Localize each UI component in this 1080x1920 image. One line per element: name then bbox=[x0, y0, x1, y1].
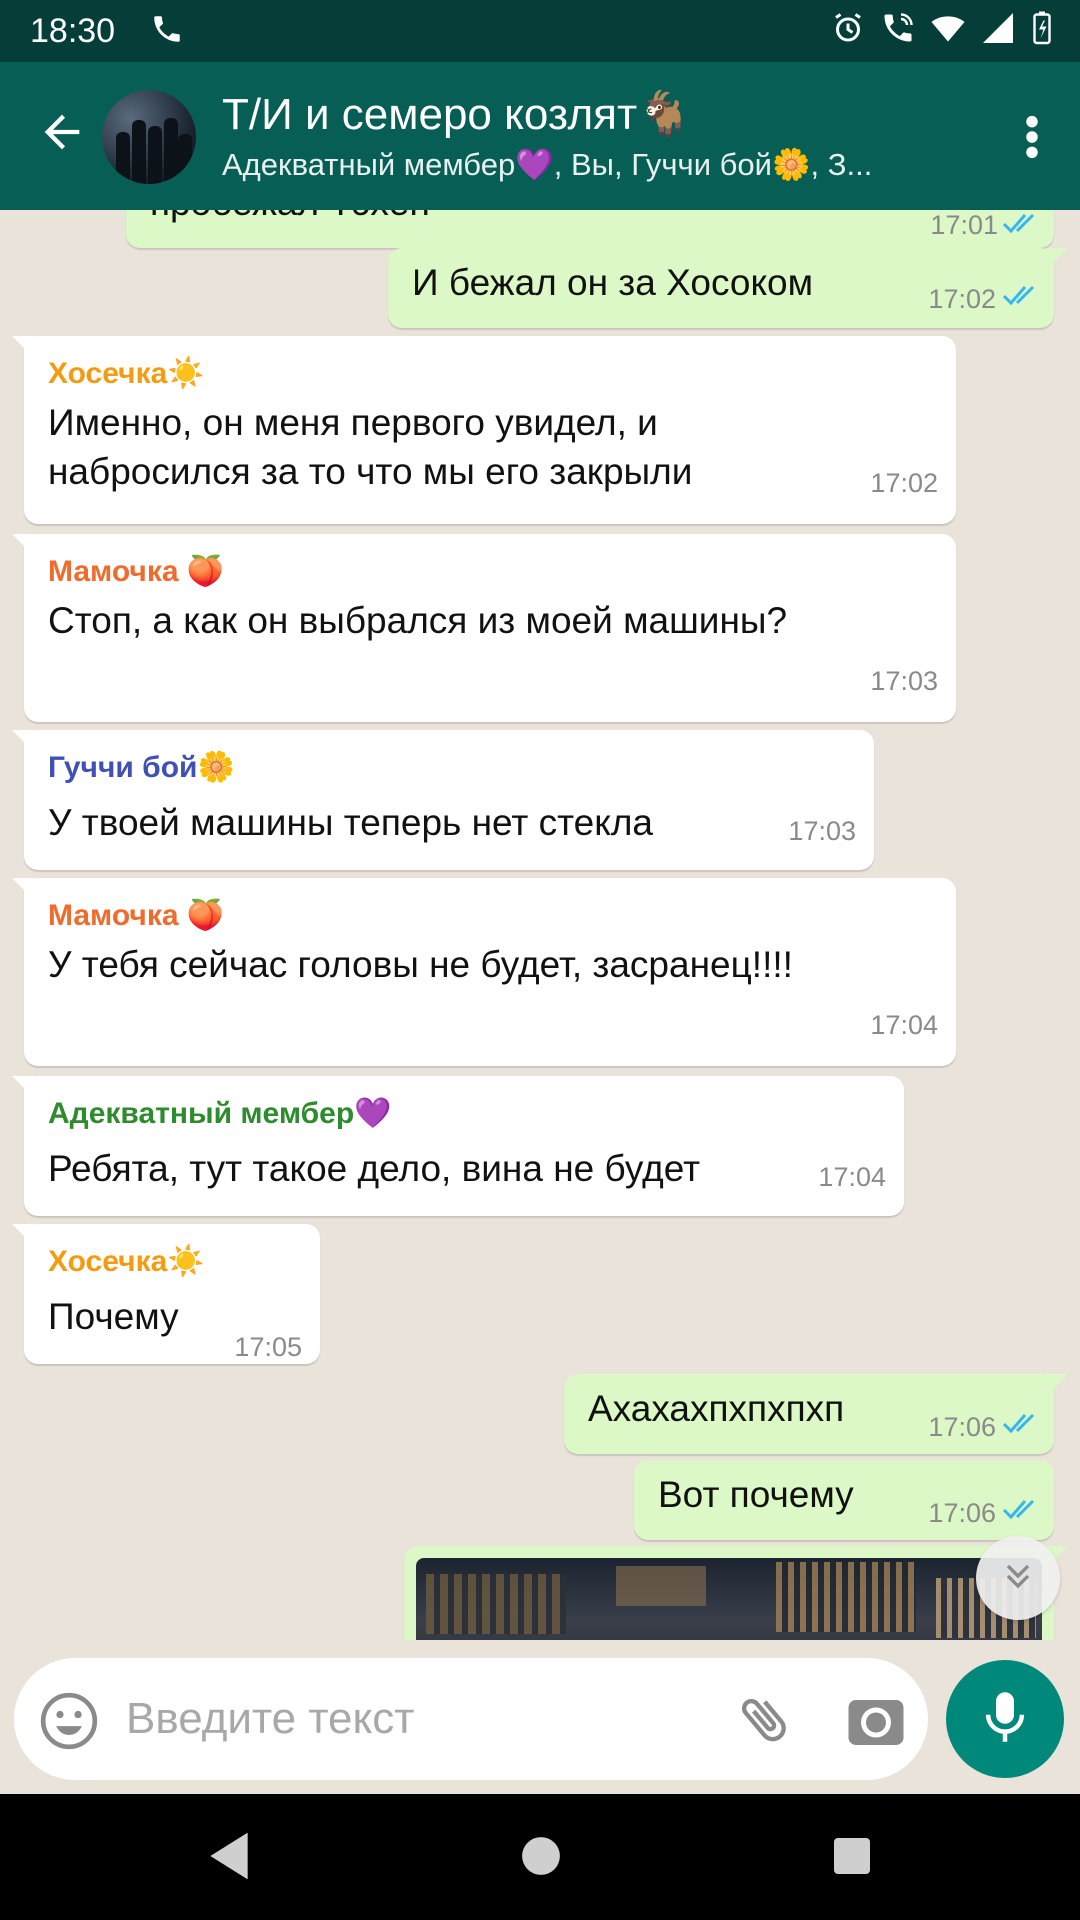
message-time: 17:04 bbox=[818, 1162, 886, 1192]
sender-name[interactable]: Хосечка☀️ bbox=[48, 1244, 205, 1279]
message-text: Ребята, тут такое дело, вина не будет bbox=[48, 1148, 701, 1189]
phone-icon bbox=[150, 12, 184, 51]
wifi-call-icon bbox=[880, 10, 916, 51]
message-text: Именно, он меня первого увидел, и bbox=[48, 402, 658, 443]
microphone-icon bbox=[982, 1690, 1028, 1749]
message-time: 17:06 bbox=[928, 1498, 996, 1528]
sender-name[interactable]: Хосечка☀️ bbox=[48, 356, 205, 391]
message-time: 17:01 bbox=[930, 210, 998, 240]
message-bubble-outgoing[interactable]: Вот почему 17:06 bbox=[634, 1460, 1054, 1540]
message-text: У тебя сейчас головы не будет, засранец!… bbox=[48, 944, 793, 985]
message-time: 17:02 bbox=[870, 468, 938, 498]
wifi-icon bbox=[930, 10, 966, 51]
emoji-icon[interactable] bbox=[38, 1690, 100, 1757]
chat-title[interactable]: Т/И и семеро козлят🐐 bbox=[222, 88, 692, 140]
message-text: пробежал Тэхён bbox=[150, 210, 430, 228]
message-input[interactable]: Введите текст bbox=[126, 1694, 414, 1744]
voice-record-button[interactable] bbox=[946, 1660, 1064, 1778]
message-list[interactable]: пробежал Тэхён 17:01 И бежал он за Хосок… bbox=[0, 210, 1080, 1640]
message-text: Ахахахпхпхпхп bbox=[588, 1388, 845, 1429]
nav-recents-icon[interactable] bbox=[832, 1828, 872, 1889]
message-time: 17:05 bbox=[234, 1332, 302, 1362]
message-bubble-outgoing[interactable]: И бежал он за Хосоком 17:02 bbox=[388, 248, 1068, 328]
more-vert-icon[interactable] bbox=[1024, 114, 1040, 165]
message-text: Вот почему bbox=[658, 1474, 854, 1515]
double-check-icon bbox=[1002, 1496, 1040, 1527]
alarm-icon bbox=[830, 10, 866, 51]
message-text: И бежал он за Хосоком bbox=[412, 262, 814, 303]
nav-back-icon[interactable] bbox=[204, 1828, 254, 1889]
chat-participants[interactable]: Адекватный мембер💜, Вы, Гуччи бой🌼, З... bbox=[222, 146, 942, 183]
double-check-icon bbox=[1002, 282, 1040, 313]
message-bubble-incoming[interactable]: Мамочка 🍑 У тебя сейчас головы не будет,… bbox=[12, 878, 956, 1066]
nav-home-icon[interactable] bbox=[520, 1828, 562, 1889]
message-text: Почему bbox=[48, 1296, 179, 1337]
message-composer: Введите текст bbox=[14, 1658, 928, 1780]
message-bubble-incoming[interactable]: Мамочка 🍑 Стоп, а как он выбрался из мое… bbox=[12, 534, 956, 722]
message-text: Стоп, а как он выбрался из моей машины? bbox=[48, 600, 788, 641]
paperclip-icon[interactable] bbox=[736, 1690, 794, 1753]
double-check-icon bbox=[1002, 1410, 1040, 1441]
system-nav-bar bbox=[0, 1794, 1080, 1920]
message-time: 17:04 bbox=[870, 1010, 938, 1040]
message-bubble-incoming[interactable]: Гуччи бой🌼 У твоей машины теперь нет сте… bbox=[12, 730, 874, 870]
message-bubble-incoming[interactable]: Адекватный мембер💜 Ребята, тут такое дел… bbox=[12, 1076, 904, 1216]
message-time: 17:02 bbox=[928, 284, 996, 314]
battery-icon bbox=[1030, 10, 1054, 51]
scroll-to-bottom-button[interactable] bbox=[976, 1536, 1060, 1620]
message-image[interactable] bbox=[416, 1558, 1042, 1640]
image-message-outgoing[interactable] bbox=[404, 1546, 1068, 1640]
message-bubble-outgoing[interactable]: пробежал Тэхён 17:01 bbox=[126, 210, 1054, 248]
status-bar: 18:30 bbox=[0, 0, 1080, 62]
chat-header: Т/И и семеро козлят🐐 Адекватный мембер💜,… bbox=[0, 62, 1080, 210]
status-time: 18:30 bbox=[30, 12, 116, 50]
message-text: У твоей машины теперь нет стекла bbox=[48, 802, 653, 843]
group-avatar[interactable] bbox=[102, 90, 196, 184]
sender-name[interactable]: Мамочка 🍑 bbox=[48, 898, 224, 933]
arrow-left-icon[interactable] bbox=[36, 106, 88, 163]
message-time: 17:03 bbox=[870, 666, 938, 696]
sender-name[interactable]: Мамочка 🍑 bbox=[48, 554, 224, 589]
signal-icon bbox=[980, 10, 1016, 51]
message-text: набросился за то что мы его закрыли bbox=[48, 451, 693, 492]
double-check-icon bbox=[1002, 210, 1040, 241]
chevron-double-down-icon bbox=[998, 1556, 1038, 1601]
message-bubble-outgoing[interactable]: Ахахахпхпхпхп 17:06 bbox=[564, 1374, 1068, 1454]
message-bubble-incoming[interactable]: Хосечка☀️ Именно, он меня первого увидел… bbox=[12, 336, 956, 524]
message-time: 17:03 bbox=[788, 816, 856, 846]
sender-name[interactable]: Гуччи бой🌼 bbox=[48, 750, 235, 785]
message-bubble-incoming[interactable]: Хосечка☀️ Почему 17:05 bbox=[12, 1224, 320, 1364]
camera-icon[interactable] bbox=[846, 1692, 906, 1753]
message-time: 17:06 bbox=[928, 1412, 996, 1442]
sender-name[interactable]: Адекватный мембер💜 bbox=[48, 1096, 392, 1131]
